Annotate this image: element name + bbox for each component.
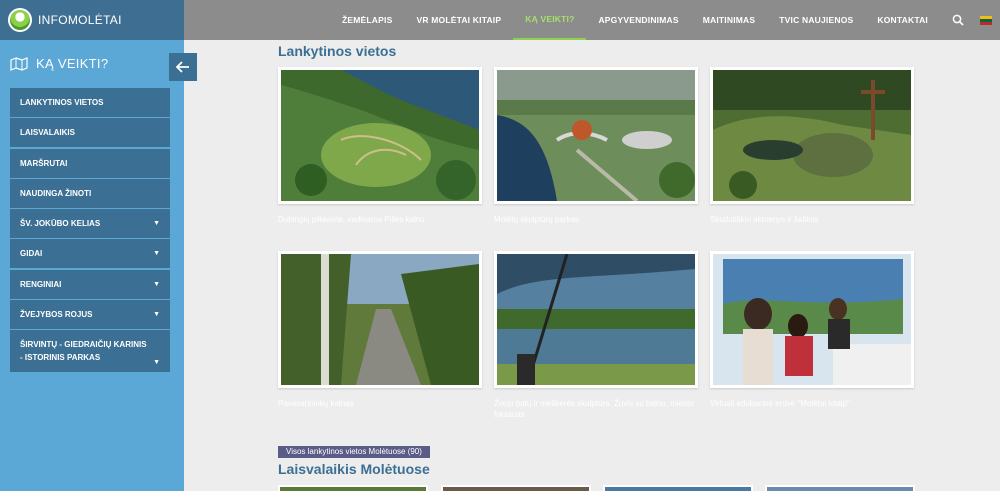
- sidebar-header: KĄ VEIKTI?: [10, 56, 108, 71]
- card-image[interactable]: [710, 67, 914, 204]
- leisure-card-image[interactable]: [441, 485, 591, 491]
- card-image[interactable]: [278, 251, 482, 388]
- lithuanian-flag-icon[interactable]: [979, 15, 992, 25]
- brand-logo[interactable]: INFOMOLĖTAI: [0, 0, 184, 40]
- card-dubingiai[interactable]: Dubingių piliavietė, vadinama Pilies kal…: [278, 67, 482, 225]
- caret-down-icon: ▼: [153, 311, 160, 319]
- sidebar-item-fishing[interactable]: ŽVEJYBOS ROJUS ▼: [10, 300, 170, 330]
- search-icon[interactable]: [948, 0, 968, 40]
- leisure-card-image[interactable]: [603, 485, 753, 491]
- sidebar-item-guides[interactable]: GIDAI ▼: [10, 239, 170, 269]
- sidebar: KĄ VEIKTI? LANKYTINOS VIETOS LAISVALAIKI…: [0, 40, 197, 491]
- section-title-leisure: Laisvalaikis Molėtuose: [278, 461, 430, 477]
- card-image[interactable]: [494, 67, 698, 204]
- back-button[interactable]: [169, 53, 197, 81]
- caret-down-icon: ▼: [153, 220, 160, 228]
- card-caption[interactable]: Virtuali edukacinė erdvė "Molėtai kitaip…: [710, 398, 914, 409]
- top-bar: INFOMOLĖTAI ŽEMĖLAPIS VR MOLĖTAI KITAIP …: [0, 0, 1000, 40]
- card-caption[interactable]: Pavasarininkų kalnas: [278, 398, 482, 409]
- caret-down-icon: ▼: [153, 280, 160, 288]
- nav-item-accommodation[interactable]: APGYVENDINIMAS: [586, 0, 690, 40]
- map-icon: [10, 56, 28, 71]
- infomoletai-logo-icon: [8, 8, 32, 32]
- card-image[interactable]: [278, 67, 482, 204]
- card-fisherman-sculpture[interactable]: Žvejo batų ir meškerės skulptūra, Žuvis …: [494, 251, 698, 420]
- sidebar-item-routes[interactable]: MARŠRUTAI: [10, 148, 170, 178]
- card-image[interactable]: [710, 251, 914, 388]
- card-caption[interactable]: Žvejo batų ir meškerės skulptūra, Žuvis …: [494, 398, 698, 420]
- caret-down-icon: ▼: [153, 250, 160, 258]
- card-sculpture-park[interactable]: Molėtų skulptūrų parkas: [494, 67, 698, 225]
- sidebar-item-military-park[interactable]: ŠIRVINTŲ - GIEDRAIČIŲ KARINIS - ISTORINI…: [10, 330, 170, 373]
- sidebar-menu: LANKYTINOS VIETOS LAISVALAIKIS MARŠRUTAI…: [10, 88, 170, 374]
- card-image[interactable]: [494, 251, 698, 388]
- nav-item-map[interactable]: ŽEMĖLAPIS: [330, 0, 404, 40]
- caret-down-icon: ▼: [153, 359, 160, 367]
- nav-item-vr[interactable]: VR MOLĖTAI KITAIP: [404, 0, 513, 40]
- brand-name: INFOMOLĖTAI: [38, 13, 122, 27]
- section-title-sights: Lankytinos vietos: [278, 43, 397, 59]
- arrow-left-icon: [176, 61, 189, 73]
- card-skudutiskis[interactable]: Skudutiškio akmenys ir šaltinis: [710, 67, 914, 225]
- sidebar-item-leisure[interactable]: LAISVALAIKIS: [10, 118, 170, 148]
- sidebar-item-sights[interactable]: LANKYTINOS VIETOS: [10, 88, 170, 117]
- nav-item-what-to-do[interactable]: KĄ VEIKTI?: [513, 0, 587, 40]
- leisure-card-image[interactable]: [278, 485, 428, 491]
- card-caption[interactable]: Molėtų skulptūrų parkas: [494, 214, 698, 225]
- all-sights-button[interactable]: Visos lankytinos vietos Molėtuose (90): [278, 446, 430, 458]
- nav-item-food[interactable]: MAITINIMAS: [691, 0, 768, 40]
- card-caption[interactable]: Dubingių piliavietė, vadinama Pilies kal…: [278, 214, 482, 225]
- sidebar-title: KĄ VEIKTI?: [36, 56, 109, 71]
- card-pavasarininku-kalnas[interactable]: Pavasarininkų kalnas: [278, 251, 482, 409]
- nav-item-contacts[interactable]: KONTAKTAI: [865, 0, 940, 40]
- sidebar-item-useful-info[interactable]: NAUDINGA ŽINOTI: [10, 178, 170, 208]
- sidebar-item-events[interactable]: RENGINIAI ▼: [10, 269, 170, 299]
- card-caption[interactable]: Skudutiškio akmenys ir šaltinis: [710, 214, 914, 225]
- sidebar-item-st-james-way[interactable]: ŠV. JOKŪBO KELIAS ▼: [10, 209, 170, 239]
- leisure-card-image[interactable]: [765, 485, 915, 491]
- nav-item-news[interactable]: TVIC NAUJIENOS: [767, 0, 865, 40]
- main-nav: ŽEMĖLAPIS VR MOLĖTAI KITAIP KĄ VEIKTI? A…: [330, 0, 992, 40]
- card-virtual-space[interactable]: Virtuali edukacinė erdvė "Molėtai kitaip…: [710, 251, 914, 409]
